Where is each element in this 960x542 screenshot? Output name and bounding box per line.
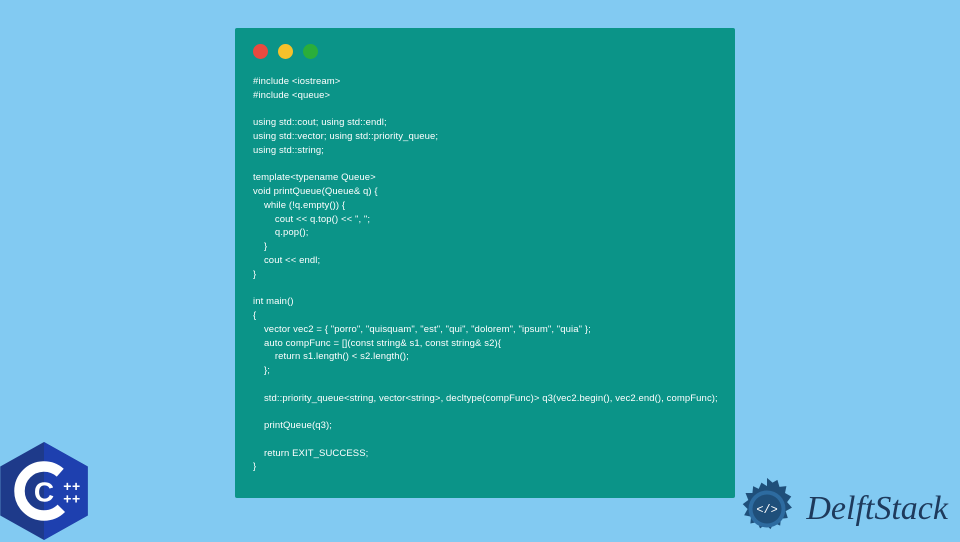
svg-text:+: +	[63, 490, 71, 506]
code-content: #include <iostream> #include <queue> usi…	[253, 75, 717, 474]
svg-text:</>: </>	[757, 503, 778, 517]
cpp-logo-icon: C + + + +	[0, 442, 88, 540]
maximize-icon[interactable]	[303, 44, 318, 59]
brand-logo: </> DelftStack	[734, 476, 948, 542]
code-window: #include <iostream> #include <queue> usi…	[235, 28, 735, 498]
svg-text:+: +	[72, 490, 80, 506]
brand-name: DelftStack	[806, 490, 948, 528]
gear-icon: </>	[734, 476, 800, 542]
close-icon[interactable]	[253, 44, 268, 59]
svg-text:C: C	[34, 477, 54, 508]
minimize-icon[interactable]	[278, 44, 293, 59]
window-controls	[253, 44, 717, 59]
